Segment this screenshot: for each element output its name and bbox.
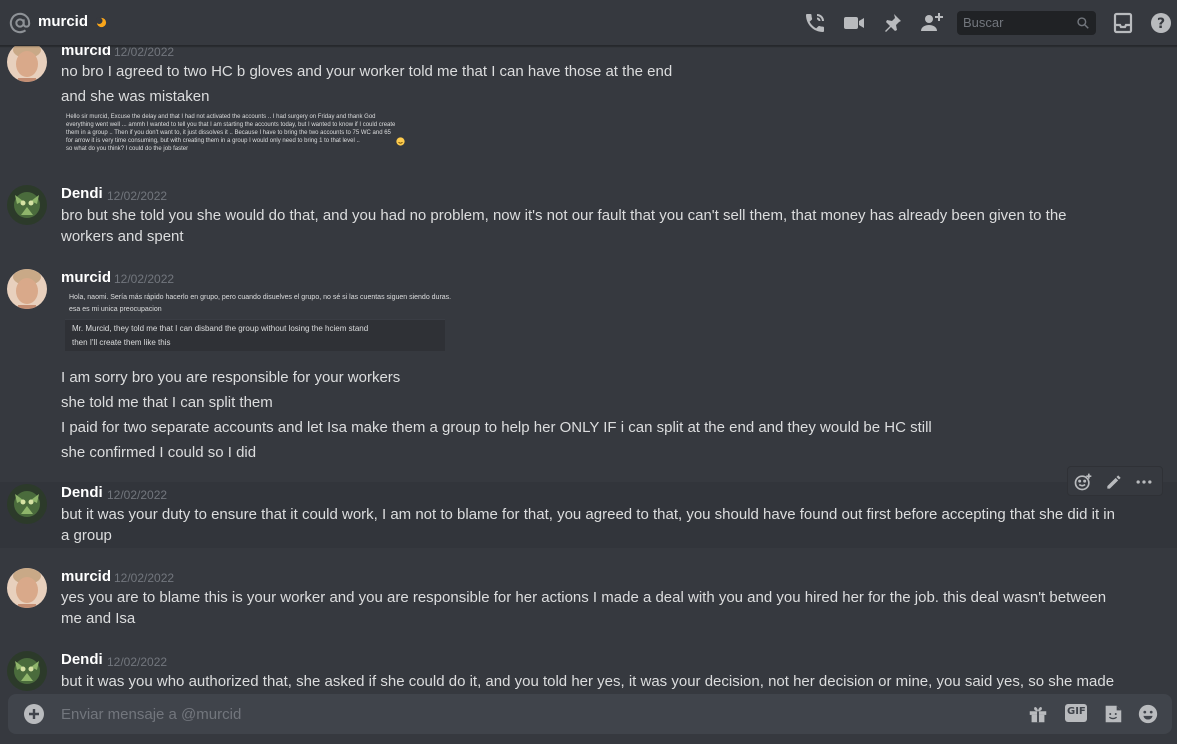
embed-text-line: them in a group .. Then if you don't wan… <box>66 130 391 136</box>
svg-text:?: ? <box>1157 16 1165 32</box>
message-author[interactable]: murcid <box>61 269 111 286</box>
avatar-dendi-image <box>7 185 47 225</box>
embed-text-line: esa es mi unica preocupacion <box>69 306 162 313</box>
message-content: but it was you who authorized that, she … <box>61 673 1115 690</box>
avatar-dendi[interactable] <box>7 185 47 225</box>
gif-button[interactable]: GIF <box>1065 704 1087 722</box>
message-content: she told me that I can split them <box>61 394 273 411</box>
help-icon[interactable]: ? <box>1149 11 1173 35</box>
edit-pencil-icon[interactable] <box>1104 472 1124 492</box>
message-timestamp: 12/02/2022 <box>114 571 175 585</box>
embed-quoted-reply: Mr. Murcid, they told me that I can disb… <box>65 319 445 351</box>
message-timestamp: 12/02/2022 <box>114 46 175 59</box>
message-author[interactable]: murcid <box>61 46 111 59</box>
channel-header: murcid Buscar ? <box>0 0 1177 46</box>
embed-text-line: so what do you think? I could do the job… <box>66 146 189 152</box>
add-reaction-icon[interactable] <box>1073 472 1093 492</box>
at-sign-icon <box>9 12 31 34</box>
message-author[interactable]: Dendi <box>61 185 103 202</box>
avatar-dendi-image <box>7 651 47 691</box>
sticker-icon[interactable] <box>1102 703 1124 725</box>
message-content: no bro I agreed to two HC b gloves and y… <box>61 63 673 80</box>
upload-plus-button[interactable] <box>24 704 44 724</box>
message-author[interactable]: Dendi <box>61 484 103 501</box>
idle-moon-icon <box>96 17 107 28</box>
message-content: but it was your duty to ensure that it c… <box>61 506 1115 544</box>
message-actions-toolbar <box>1067 466 1163 496</box>
message-content: I paid for two separate accounts and let… <box>61 419 932 436</box>
message-content: and she was mistaken <box>61 88 210 105</box>
add-friends-to-dm-icon[interactable] <box>919 11 943 35</box>
message-content: she confirmed I could so I did <box>61 444 257 461</box>
avatar-dendi[interactable] <box>7 651 47 691</box>
inbox-icon[interactable] <box>1111 11 1135 35</box>
embed-text-line: Hello sir murcid, Excuse the delay and t… <box>66 114 376 120</box>
message-composer: GIF <box>8 694 1172 734</box>
message-author[interactable]: Dendi <box>61 651 103 668</box>
message-timestamp: 12/02/2022 <box>107 189 168 203</box>
avatar-dendi[interactable] <box>7 484 47 524</box>
message-timestamp: 12/02/2022 <box>107 488 168 502</box>
message-content: I am sorry bro you are responsible for y… <box>61 369 401 386</box>
pinned-messages-icon[interactable] <box>880 11 904 35</box>
message-input[interactable] <box>61 694 1011 734</box>
message-timestamp: 12/02/2022 <box>114 272 175 286</box>
avatar-dendi-image <box>7 484 47 524</box>
more-options-icon[interactable] <box>1134 472 1154 492</box>
message-content: yes you are to blame this is your worker… <box>61 589 1107 627</box>
channel-name: murcid <box>38 13 89 30</box>
embed-text-line: Hola, naomi. Sería más rápido hacerlo en… <box>69 294 452 301</box>
embed-text-line: then I'll create them like this <box>72 338 171 347</box>
message-content: bro but she told you she would do that, … <box>61 207 1067 245</box>
search-placeholder: Buscar <box>963 15 1004 30</box>
attached-image-screenshot[interactable]: Hola, naomi. Sería más rápido hacerlo en… <box>62 289 451 355</box>
avatar-murcid[interactable] <box>7 46 47 82</box>
smile-emoji-icon <box>396 137 405 146</box>
start-voice-call-icon[interactable] <box>803 11 827 35</box>
message-author[interactable]: murcid <box>61 568 111 585</box>
gif-label: GIF <box>1067 706 1086 717</box>
message-list: murcid 12/02/2022 no bro I agreed to two… <box>0 46 1177 694</box>
embed-text-line: for arrow it is very time consuming, but… <box>66 138 360 144</box>
gift-icon[interactable] <box>1027 703 1049 725</box>
message-timestamp: 12/02/2022 <box>107 655 168 669</box>
embed-text-line: everything went well ... ammh I wanted t… <box>66 122 396 128</box>
attached-image-screenshot[interactable]: Hello sir murcid, Excuse the delay and t… <box>62 110 442 162</box>
search-icon <box>1077 17 1089 29</box>
start-video-call-icon[interactable] <box>842 11 866 35</box>
avatar-murcid-image <box>7 269 47 309</box>
avatar-murcid[interactable] <box>7 269 47 309</box>
emoji-picker-icon[interactable] <box>1137 703 1159 725</box>
avatar-murcid-image <box>7 568 47 608</box>
avatar-murcid-image <box>7 46 47 82</box>
plus-icon <box>29 709 39 719</box>
embed-text-line: Mr. Murcid, they told me that I can disb… <box>72 324 369 333</box>
search-bar[interactable]: Buscar <box>957 11 1096 35</box>
avatar-murcid[interactable] <box>7 568 47 608</box>
